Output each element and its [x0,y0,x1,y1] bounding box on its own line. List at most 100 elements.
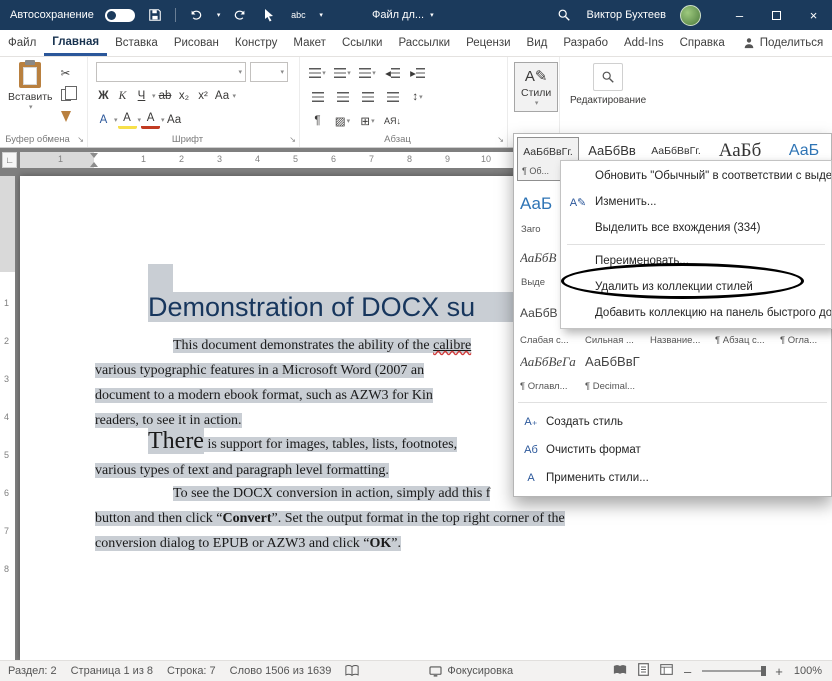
text-effects-button[interactable]: А [94,110,113,129]
menu-item-add-gallery-to-qat[interactable]: Добавить коллекцию на панель быстрого до… [561,300,831,326]
undo-dropdown-icon[interactable]: ▾ [217,11,221,19]
superscript-button[interactable]: x² [194,86,213,105]
font-dialog-launcher[interactable]: ↘ [289,135,296,144]
tab-file[interactable]: Файл [0,30,44,56]
menu-item-select-all-instances[interactable]: Выделить все вхождения (334) [561,215,831,241]
align-left-button[interactable] [308,87,327,106]
read-mode-button[interactable] [613,664,627,678]
pilcrow-button[interactable]: ¶ [308,111,327,130]
body-line[interactable]: This document demonstrates the ability o… [95,338,471,354]
editing-button[interactable]: Редактирование [570,63,646,106]
user-avatar[interactable] [680,5,701,26]
body-line[interactable]: To see the DOCX conversion in action, si… [95,486,490,502]
hanging-indent-marker[interactable] [90,162,98,167]
shading-button[interactable]: ▨▾ [333,111,352,130]
font-color-button[interactable]: А [141,110,160,129]
menu-item-rename[interactable]: Переименовать... [561,248,831,274]
clear-formatting-item[interactable]: Аб Очистить формат [514,436,831,463]
close-button[interactable]: × [795,0,832,30]
first-line-indent-marker[interactable] [90,153,98,158]
zoom-in-button[interactable]: + [775,664,783,679]
tab-view[interactable]: Вид [519,30,556,56]
change-case-button[interactable]: Аа [213,86,232,105]
undo-icon[interactable] [187,4,205,26]
body-line[interactable]: conversion dialog to EPUB or AZW3 and cl… [95,536,401,552]
subscript-button[interactable]: x₂ [175,86,194,105]
cut-button[interactable]: ✂ [56,63,75,82]
focus-mode-button[interactable]: Фокусировка [429,665,513,677]
search-icon[interactable] [555,4,573,26]
underline-button[interactable]: Ч [132,86,151,105]
clear-formatting-button[interactable]: Аа [165,110,184,129]
style-cell[interactable]: АаБбВвГ [585,354,647,369]
decrease-indent-button[interactable]: ◂ [383,63,402,82]
format-painter-button[interactable] [56,107,75,126]
status-line[interactable]: Строка: 7 [167,665,216,677]
tab-selector[interactable]: ∟ [2,152,17,168]
align-right-button[interactable] [358,87,377,106]
underline-dropdown-icon[interactable]: ▾ [152,92,156,100]
create-style-item[interactable]: А₊ Создать стиль [514,408,831,435]
document-heading[interactable]: Demonstration of DOCX su [148,292,545,323]
tab-review[interactable]: Рецензи [458,30,518,56]
tab-insert[interactable]: Вставка [107,30,166,56]
user-name[interactable]: Виктор Бухтеев [587,9,666,21]
text-effects-dropdown-icon[interactable]: ▾ [114,116,118,124]
style-cell[interactable]: АаБбВеГа [520,354,582,370]
maximize-button[interactable] [758,0,795,30]
tab-design[interactable]: Констру [227,30,285,56]
body-line[interactable]: various typographic features in a Micros… [95,363,424,379]
share-button[interactable]: Поделиться [733,30,832,56]
styles-button[interactable]: А✎ Стили ▾ [514,62,558,112]
paste-button[interactable]: Вставить ▾ [8,62,53,111]
save-icon[interactable] [146,4,164,26]
borders-button[interactable]: ⊞▾ [358,111,377,130]
italic-button[interactable]: К [113,86,132,105]
multilevel-list-button[interactable]: ▾ [358,63,377,82]
spellcheck-status-icon[interactable] [345,665,359,677]
zoom-slider[interactable] [702,670,764,672]
status-page[interactable]: Страница 1 из 8 [71,665,153,677]
tab-layout[interactable]: Макет [285,30,334,56]
body-line[interactable]: There is support for images, tables, lis… [95,428,457,455]
bullets-button[interactable]: ▾ [308,63,327,82]
status-section[interactable]: Раздел: 2 [8,665,57,677]
align-center-button[interactable] [333,87,352,106]
title-dropdown-icon[interactable]: ▾ [430,11,434,19]
tab-developer[interactable]: Разрабо [555,30,616,56]
web-layout-button[interactable] [660,664,673,678]
numbering-button[interactable]: ▾ [333,63,352,82]
body-line[interactable]: readers, to see it in action. [95,413,242,429]
menu-item-update-style[interactable]: Обновить "Обычный" в соответствии с выде… [561,163,831,189]
hyperlink-calibre[interactable]: calibre [433,338,471,353]
qat-customize-icon[interactable]: ▾ [319,11,323,19]
zoom-out-button[interactable]: – [684,664,691,679]
menu-item-modify[interactable]: А✎ Изменить... [561,189,831,215]
body-line[interactable]: various types of text and paragraph leve… [95,463,389,479]
paragraph-dialog-launcher[interactable]: ↘ [497,135,504,144]
line-spacing-button[interactable]: ↕▾ [408,87,427,106]
increase-indent-button[interactable]: ▸ [408,63,427,82]
tab-draw[interactable]: Рисован [166,30,227,56]
cursor-mode-icon[interactable] [260,4,278,26]
redo-icon[interactable] [231,4,249,26]
body-line[interactable]: button and then click “Convert”. Set the… [95,511,565,527]
justify-button[interactable] [383,87,402,106]
print-layout-button[interactable] [638,663,649,679]
document-title[interactable]: Файл дл... [372,9,424,21]
body-line[interactable]: document to a modern ebook format, such … [95,388,433,404]
menu-item-remove-from-gallery[interactable]: Удалить из коллекции стилей [561,274,831,300]
tab-addins[interactable]: Add-Ins [616,30,672,56]
status-words[interactable]: Слово 1506 из 1639 [230,665,332,677]
clipboard-dialog-launcher[interactable]: ↘ [77,135,84,144]
bold-button[interactable]: Ж [94,86,113,105]
tab-references[interactable]: Ссылки [334,30,391,56]
minimize-button[interactable]: – [721,0,758,30]
tab-home[interactable]: Главная [44,30,107,56]
copy-button[interactable] [56,85,75,104]
sort-button[interactable]: АЯ↓ [383,111,402,130]
spelling-icon[interactable]: abc [289,4,307,26]
apply-styles-item[interactable]: А Применить стили... [514,464,831,491]
strikethrough-button[interactable]: ab [156,86,175,105]
tab-help[interactable]: Справка [672,30,733,56]
